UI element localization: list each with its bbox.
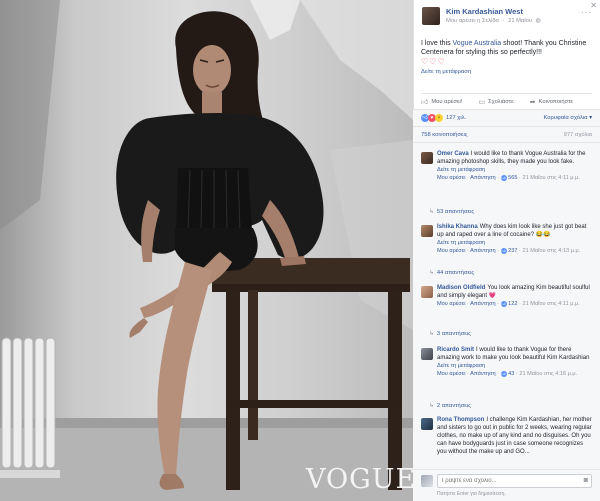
more-options-icon[interactable]: ···: [581, 8, 592, 17]
author-avatar[interactable]: [422, 7, 440, 25]
see-translation-link[interactable]: Δείτε τη μετάφραση: [421, 69, 471, 75]
hearts-emoji: ♡♡♡: [421, 57, 446, 66]
photo-viewer: VOGUE ✕ Kim Kardashian West Μου αρέσει η…: [0, 0, 600, 501]
post-header: Kim Kardashian West Μου αρέσει η Σελίδα …: [422, 6, 592, 32]
separator-dot: ·: [502, 18, 505, 24]
photo-illustration: [0, 0, 413, 501]
post-date[interactable]: 21 Μαΐου: [508, 18, 532, 24]
post-text-before: I love this: [421, 40, 453, 47]
comment-input[interactable]: [437, 474, 592, 488]
author-name[interactable]: Kim Kardashian West: [446, 7, 523, 16]
globe-icon: ◍: [535, 18, 541, 24]
post-meta: Μου αρέσει η Σελίδα · 21 Μαΐου ◍: [446, 18, 543, 24]
page-liked-label[interactable]: Μου αρέσει η Σελίδα: [446, 18, 499, 24]
vogue-watermark: VOGUE: [306, 464, 413, 495]
vogue-australia-link[interactable]: Vogue Australia: [453, 40, 502, 47]
post-photo[interactable]: VOGUE: [0, 0, 413, 501]
post-text: I love this Vogue Australia shoot! Thank…: [421, 39, 587, 77]
